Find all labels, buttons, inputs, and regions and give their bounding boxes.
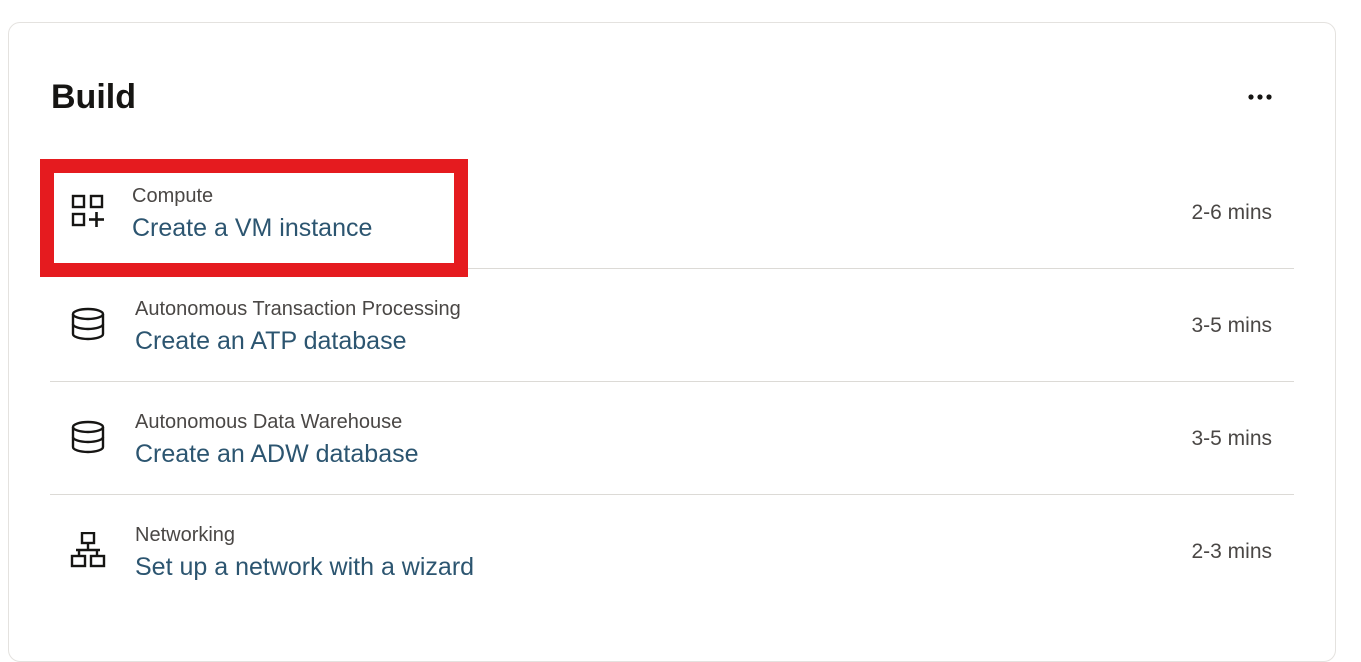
- item-category: Autonomous Transaction Processing: [135, 298, 461, 320]
- panel-title: Build: [51, 78, 136, 116]
- list-item-atp[interactable]: Autonomous Transaction Processing Create…: [50, 270, 1294, 382]
- item-duration: 2-3 mins: [1191, 540, 1272, 563]
- item-category: Compute: [132, 185, 214, 207]
- item-category: Autonomous Data Warehouse: [135, 411, 403, 433]
- list-item-networking[interactable]: Networking Set up a network with a wizar…: [50, 496, 1294, 608]
- item-duration: 3-5 mins: [1191, 427, 1272, 450]
- database-icon: [71, 307, 105, 341]
- create-adw-database-link[interactable]: Create an ADW database: [135, 438, 419, 470]
- list-item-adw[interactable]: Autonomous Data Warehouse Create an ADW …: [50, 383, 1294, 495]
- item-category: Networking: [135, 524, 236, 546]
- list-item-compute[interactable]: Compute Create a VM instance 2-6 mins: [50, 157, 1294, 269]
- database-icon: [71, 420, 105, 454]
- create-vm-instance-link[interactable]: Create a VM instance: [132, 212, 372, 244]
- more-actions-button[interactable]: [1240, 82, 1284, 112]
- network-icon: [70, 532, 106, 568]
- item-duration: 2-6 mins: [1191, 201, 1272, 224]
- item-duration: 3-5 mins: [1191, 314, 1272, 337]
- setup-network-wizard-link[interactable]: Set up a network with a wizard: [135, 551, 474, 583]
- create-atp-database-link[interactable]: Create an ATP database: [135, 325, 406, 357]
- grid-add-icon: [71, 194, 104, 227]
- more-horizontal-icon: [1248, 94, 1272, 100]
